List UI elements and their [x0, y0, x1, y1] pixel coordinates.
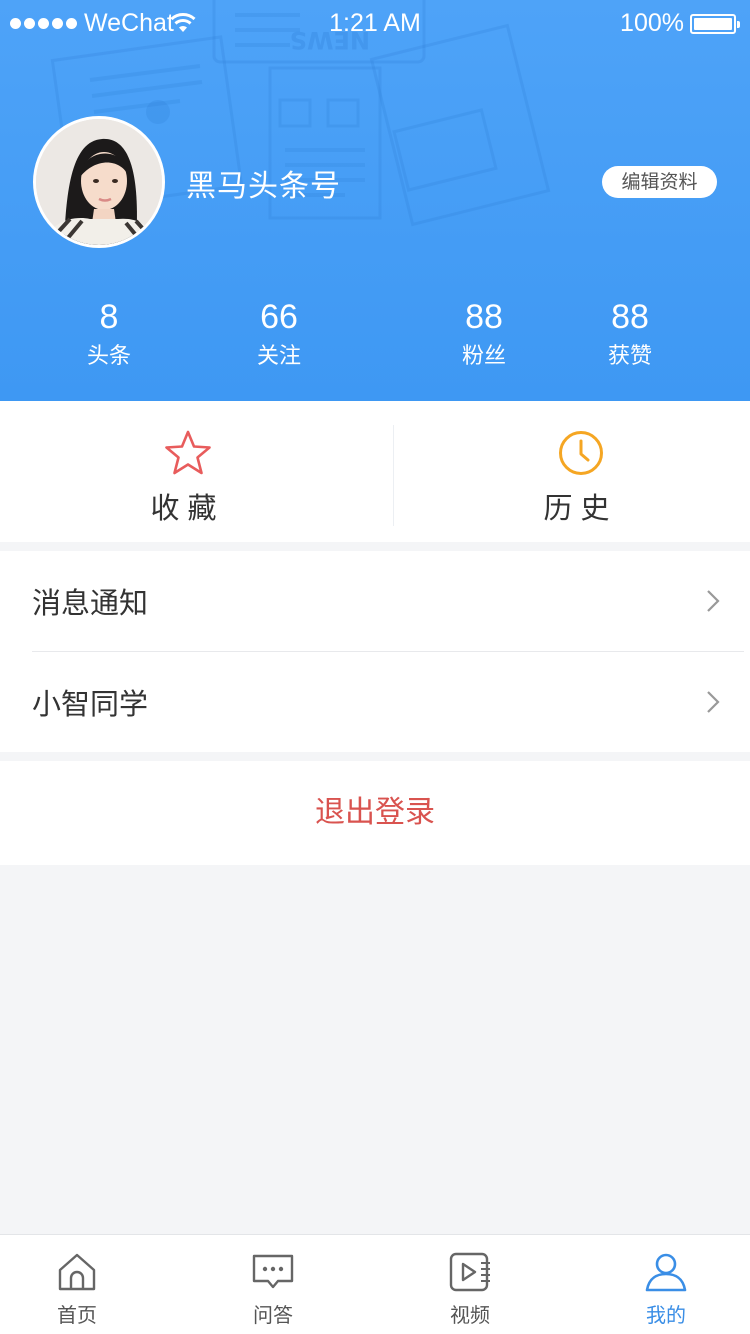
quick-actions: 收藏 历史 — [0, 401, 750, 542]
tab-label: 问答 — [253, 1303, 293, 1327]
tab-label: 我的 — [646, 1303, 686, 1327]
tab-label: 视频 — [450, 1303, 490, 1327]
avatar-portrait-image — [36, 119, 162, 245]
favorites-label: 收藏 — [150, 491, 225, 525]
profile-header: NEWS WeChat 1:21 AM 100% 黑马头条号 编辑资料 8 头条… — [0, 0, 750, 401]
menu-item-label: 小智同学 — [32, 687, 149, 721]
stat-value: 88 — [465, 298, 503, 336]
chat-bubble-icon — [252, 1254, 294, 1289]
clock-icon — [558, 431, 603, 475]
home-icon — [58, 1253, 96, 1291]
chevron-right-icon — [707, 590, 720, 612]
stat-followers[interactable]: 88 粉丝 — [409, 295, 559, 373]
stat-value: 88 — [611, 298, 649, 336]
stat-likes[interactable]: 88 获赞 — [555, 295, 705, 373]
status-bar: WeChat 1:21 AM 100% — [0, 0, 750, 48]
edit-profile-button[interactable]: 编辑资料 — [602, 166, 717, 198]
battery-percentage: 100% — [620, 9, 684, 37]
menu-item-notifications[interactable]: 消息通知 — [0, 551, 750, 651]
stat-label: 头条 — [86, 344, 131, 369]
stat-label: 获赞 — [607, 344, 652, 369]
avatar[interactable] — [33, 116, 165, 248]
stat-value: 8 — [99, 298, 119, 336]
chevron-right-icon — [707, 691, 720, 713]
stat-headlines[interactable]: 8 头条 — [34, 295, 184, 373]
history-button[interactable]: 历史 — [393, 401, 750, 542]
tab-me[interactable]: 我的 — [571, 1235, 750, 1334]
tab-video[interactable]: 视频 — [375, 1235, 565, 1334]
tab-home[interactable]: 首页 — [0, 1235, 172, 1334]
stat-label: 关注 — [256, 344, 301, 369]
stat-label: 粉丝 — [461, 344, 506, 369]
bottom-tab-bar: 首页 问答 视频 我的 — [0, 1234, 750, 1334]
menu-item-label: 消息通知 — [32, 586, 149, 620]
settings-menu: 消息通知 小智同学 — [0, 551, 750, 752]
history-label: 历史 — [543, 491, 618, 525]
user-icon — [645, 1253, 687, 1292]
logout-button[interactable]: 退出登录 — [0, 761, 750, 865]
username: 黑马头条号 — [186, 169, 341, 204]
video-play-icon — [449, 1252, 490, 1292]
stat-following[interactable]: 66 关注 — [204, 295, 354, 373]
favorites-button[interactable]: 收藏 — [0, 401, 375, 542]
stat-value: 66 — [260, 298, 298, 336]
battery-icon — [690, 14, 740, 34]
tab-qa[interactable]: 问答 — [178, 1235, 368, 1334]
menu-item-xiaozhi[interactable]: 小智同学 — [0, 652, 750, 752]
tab-label: 首页 — [57, 1303, 97, 1327]
star-icon — [164, 430, 211, 475]
